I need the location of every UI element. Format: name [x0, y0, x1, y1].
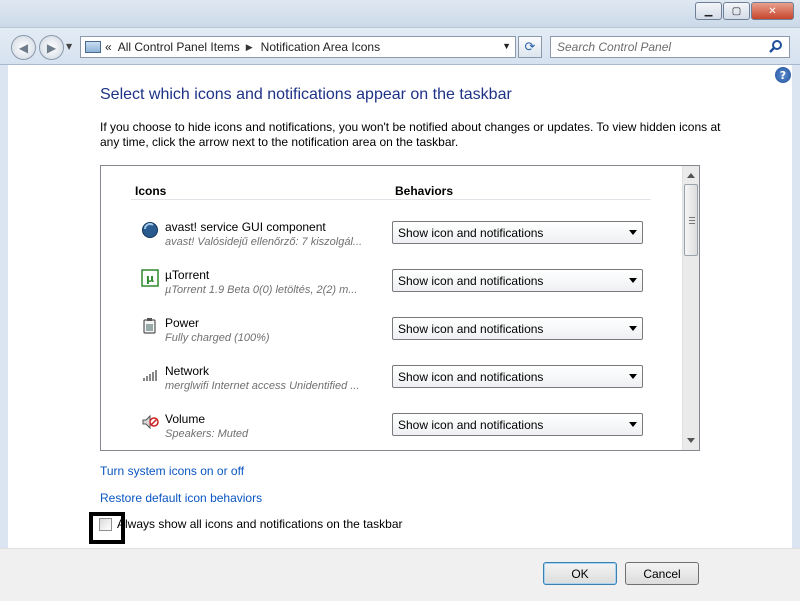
maximize-button[interactable]: ▢: [723, 2, 750, 20]
volume-muted-icon: [142, 414, 159, 430]
always-show-label[interactable]: Always show all icons and notifications …: [117, 517, 403, 531]
column-header-icons: Icons: [135, 184, 167, 198]
network-icon: [143, 370, 157, 381]
search-icon[interactable]: [768, 39, 784, 55]
search-input[interactable]: [550, 36, 790, 58]
minimize-button[interactable]: ▁: [695, 2, 722, 20]
page-title: Select which icons and notifications app…: [100, 86, 512, 103]
behavior-select-value: Show icon and notifications: [398, 322, 544, 336]
window-frame-right: [792, 65, 800, 601]
restore-defaults-link[interactable]: Restore default icon behaviors: [100, 491, 262, 505]
cancel-button[interactable]: Cancel: [625, 562, 699, 585]
row-name: Power: [165, 316, 200, 330]
notification-icons-list[interactable]: Icons Behaviors avast! service GUI compo…: [100, 165, 700, 451]
window-controls: ▁ ▢ ✕: [694, 2, 794, 20]
table-row: avast! service GUI component avast! Való…: [137, 218, 647, 266]
avast-icon: [142, 222, 158, 238]
header-divider: [131, 199, 651, 200]
utorrent-icon: µ: [141, 269, 159, 287]
table-row: Volume Speakers: Muted Show icon and not…: [137, 410, 647, 450]
list-scrollbar[interactable]: [682, 166, 699, 450]
recent-pages-dropdown-icon[interactable]: ▼: [66, 42, 72, 51]
behavior-select-value: Show icon and notifications: [398, 418, 544, 432]
chevron-down-icon: [629, 326, 637, 331]
row-name: avast! service GUI component: [165, 220, 326, 234]
refresh-button[interactable]: ⟳: [518, 36, 542, 58]
behavior-select[interactable]: Show icon and notifications: [392, 413, 643, 436]
svg-text:µ: µ: [146, 272, 154, 285]
behavior-select-value: Show icon and notifications: [398, 370, 544, 384]
navigation-bar: ◀ ▶ ▼ « All Control Panel Items ▶ Notifi…: [0, 28, 800, 65]
table-row: Power Fully charged (100%) Show icon and…: [137, 314, 647, 362]
close-button[interactable]: ✕: [751, 2, 794, 20]
page-description: If you choose to hide icons and notifica…: [100, 120, 721, 149]
table-row: Network merglwifi Internet access Uniden…: [137, 362, 647, 410]
title-bar: ▁ ▢ ✕: [0, 0, 800, 28]
row-name: Volume: [165, 412, 206, 426]
column-header-behaviors: Behaviors: [395, 184, 454, 198]
breadcrumb-separator-icon[interactable]: ▶: [246, 42, 253, 53]
row-detail: merglwifi Internet access Unidentified .…: [165, 380, 360, 392]
behavior-select[interactable]: Show icon and notifications: [392, 269, 643, 292]
breadcrumb-chevron[interactable]: «: [105, 40, 112, 54]
row-detail: µTorrent 1.9 Beta 0(0) letöltés, 2(2) m.…: [165, 284, 358, 296]
behavior-select-value: Show icon and notifications: [398, 274, 544, 288]
power-icon: [143, 318, 156, 334]
address-bar[interactable]: « All Control Panel Items ▶ Notification…: [80, 36, 516, 58]
grip-icon: [689, 217, 695, 224]
chevron-down-icon: [629, 230, 637, 235]
row-name: Network: [165, 364, 210, 378]
scroll-thumb[interactable]: [684, 184, 698, 256]
behavior-select[interactable]: Show icon and notifications: [392, 221, 643, 244]
turn-system-icons-link[interactable]: Turn system icons on or off: [100, 464, 244, 478]
back-button[interactable]: ◀: [11, 35, 36, 60]
window-frame-left: [0, 65, 8, 601]
behavior-select[interactable]: Show icon and notifications: [392, 365, 643, 388]
chevron-down-icon: [629, 374, 637, 379]
breadcrumb-all-control-panel-items[interactable]: All Control Panel Items: [118, 40, 240, 54]
row-detail: avast! Valósidejű ellenőrző: 7 kiszolgál…: [165, 236, 363, 248]
help-icon[interactable]: ?: [775, 67, 791, 83]
behavior-select[interactable]: Show icon and notifications: [392, 317, 643, 340]
table-row: µ µTorrent µTorrent 1.9 Beta 0(0) letölt…: [137, 266, 647, 314]
always-show-checkbox[interactable]: [99, 518, 112, 531]
address-dropdown-icon[interactable]: ▼: [502, 41, 511, 51]
control-panel-icon: [85, 41, 101, 53]
row-name: µTorrent: [165, 268, 210, 282]
scroll-up-icon[interactable]: [687, 173, 695, 178]
breadcrumb-notification-area-icons[interactable]: Notification Area Icons: [261, 40, 380, 54]
row-detail: Speakers: Muted: [165, 428, 249, 440]
ok-button[interactable]: OK: [543, 562, 617, 585]
dialog-footer: OK Cancel: [0, 548, 800, 601]
chevron-down-icon: [629, 422, 637, 427]
chevron-down-icon: [629, 278, 637, 283]
forward-button[interactable]: ▶: [39, 35, 64, 60]
behavior-select-value: Show icon and notifications: [398, 226, 544, 240]
row-detail: Fully charged (100%): [165, 332, 270, 344]
scroll-down-icon[interactable]: [687, 438, 695, 443]
